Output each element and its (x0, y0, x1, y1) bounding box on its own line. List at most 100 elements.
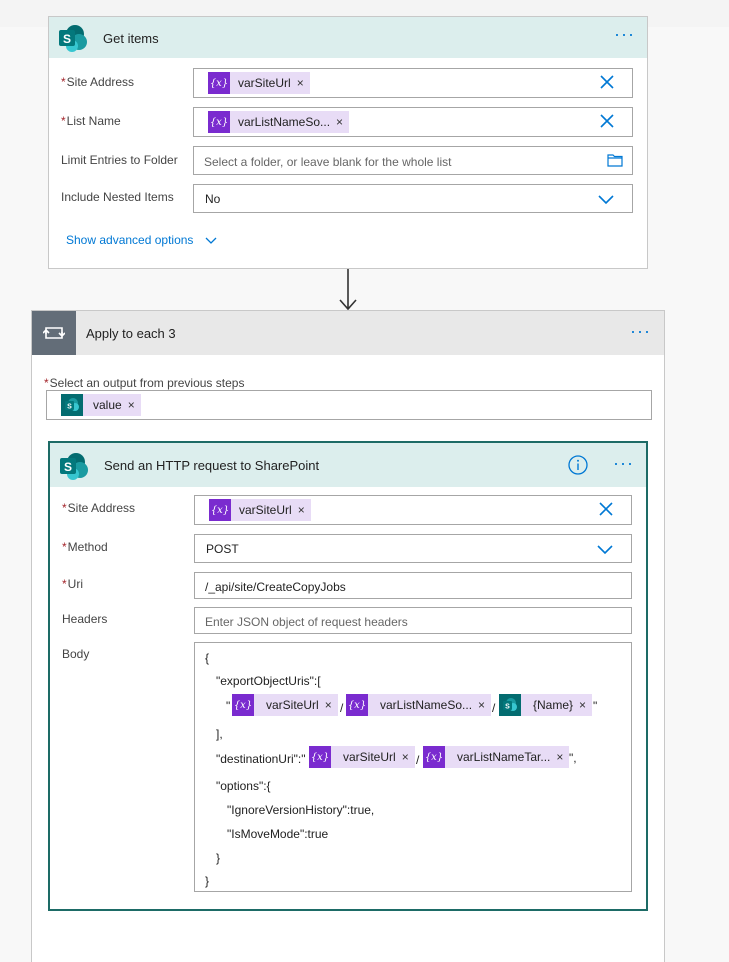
uri-label: *Uri (62, 577, 83, 591)
body-text-line: } (216, 851, 221, 865)
svg-text:S: S (67, 404, 72, 411)
headers-placeholder: Enter JSON object of request headers (205, 615, 408, 629)
token-label: varListNameSo... (238, 115, 331, 129)
token-label: varListNameSo... (380, 698, 473, 712)
value-token[interactable]: S value × (61, 394, 141, 416)
body-editor[interactable]: { "exportObjectUris":[ " {x} varSiteUrl … (194, 642, 632, 892)
list-name-label: *List Name (61, 114, 121, 128)
info-icon[interactable] (568, 455, 588, 475)
svg-text:S: S (505, 704, 510, 711)
send-http-request-title: Send an HTTP request to SharePoint (104, 458, 320, 473)
site-address-label: *Site Address (62, 501, 136, 515)
flow-connector-arrow-icon (339, 269, 357, 311)
variable-icon: {x} (423, 746, 445, 768)
get-items-header[interactable]: S Get items ··· (49, 17, 647, 58)
token-label: value (93, 398, 122, 412)
get-items-title: Get items (103, 31, 159, 46)
sharepoint-icon: S (58, 23, 88, 53)
limit-folder-field[interactable]: Select a folder, or leave blank for the … (193, 146, 633, 175)
token-label: varSiteUrl (266, 698, 319, 712)
method-label: *Method (62, 540, 108, 554)
site-address-field[interactable]: {x} varSiteUrl × (194, 495, 632, 525)
clear-field-icon[interactable] (600, 114, 614, 128)
body-text-line: ], (216, 727, 223, 741)
variable-icon: {x} (346, 694, 368, 716)
body-text-line: " (226, 699, 231, 713)
sharepoint-icon: S (59, 451, 89, 481)
body-text-line: " (593, 699, 598, 713)
body-text-line: "options":{ (216, 779, 271, 793)
token-label: varListNameTar... (457, 750, 551, 764)
more-options-icon[interactable]: ··· (630, 322, 651, 340)
more-options-icon[interactable]: ··· (613, 454, 634, 472)
uri-value: /_api/site/CreateCopyJobs (205, 580, 346, 594)
body-text-line: "IsMoveMode":true (227, 827, 329, 841)
site-url-token[interactable]: {x} varSiteUrl × (208, 72, 310, 94)
uri-field[interactable]: /_api/site/CreateCopyJobs (194, 572, 632, 599)
select-output-field[interactable]: S value × (46, 390, 652, 420)
site-url-token[interactable]: {x} varSiteUrl × (232, 694, 338, 716)
body-text-line: / (416, 753, 420, 767)
body-text-line: / (492, 701, 496, 715)
svg-text:S: S (64, 460, 72, 474)
limit-folder-label: Limit Entries to Folder (61, 153, 178, 167)
sharepoint-icon: S (499, 694, 521, 716)
get-items-card: S Get items ··· *Site Address {x} varSit… (48, 16, 648, 269)
body-text-line: ", (569, 751, 577, 765)
svg-text:S: S (63, 32, 71, 46)
nested-items-dropdown[interactable]: No (193, 184, 633, 213)
token-label: varSiteUrl (238, 76, 291, 90)
remove-token-icon[interactable]: × (298, 503, 311, 517)
send-http-request-header[interactable]: S Send an HTTP request to SharePoint ··· (50, 443, 646, 487)
clear-field-icon[interactable] (600, 75, 614, 89)
remove-token-icon[interactable]: × (128, 398, 141, 412)
variable-icon: {x} (208, 111, 230, 133)
site-address-field[interactable]: {x} varSiteUrl × (193, 68, 633, 98)
apply-to-each-title: Apply to each 3 (86, 326, 176, 341)
chevron-down-icon (205, 237, 217, 244)
apply-to-each-container: Apply to each 3 ··· *Select an output fr… (31, 310, 665, 962)
body-text-line: / (340, 701, 344, 715)
name-token[interactable]: S {Name} × (499, 694, 593, 716)
nested-items-value: No (205, 192, 221, 206)
remove-token-icon[interactable]: × (402, 750, 415, 764)
token-label: {Name} (533, 698, 574, 712)
body-text-line: { (205, 651, 210, 665)
variable-icon: {x} (208, 72, 230, 94)
remove-token-icon[interactable]: × (579, 698, 592, 712)
variable-icon: {x} (232, 694, 254, 716)
folder-icon[interactable] (607, 153, 623, 167)
remove-token-icon[interactable]: × (325, 698, 338, 712)
token-label: varSiteUrl (343, 750, 396, 764)
remove-token-icon[interactable]: × (478, 698, 491, 712)
apply-to-each-header[interactable]: Apply to each 3 ··· (32, 311, 664, 355)
list-name-target-token[interactable]: {x} varListNameTar... × (423, 746, 570, 768)
body-text-line: "exportObjectUris":[ (216, 674, 321, 688)
sharepoint-icon: S (61, 394, 83, 416)
nested-items-label: Include Nested Items (61, 190, 174, 204)
method-value: POST (206, 542, 239, 556)
headers-field[interactable]: Enter JSON object of request headers (194, 607, 632, 634)
select-output-label: *Select an output from previous steps (44, 376, 245, 390)
variable-icon: {x} (209, 499, 231, 521)
list-name-token[interactable]: {x} varListNameSo... × (208, 111, 350, 133)
chevron-down-icon[interactable] (597, 543, 613, 555)
remove-token-icon[interactable]: × (556, 750, 569, 764)
method-dropdown[interactable]: POST (194, 534, 632, 563)
body-text-line: "IgnoreVersionHistory":true, (227, 803, 375, 817)
more-options-icon[interactable]: ··· (614, 25, 635, 43)
send-http-request-card: S Send an HTTP request to SharePoint ···… (48, 441, 648, 911)
site-url-token[interactable]: {x} varSiteUrl × (309, 746, 415, 768)
variable-icon: {x} (309, 746, 331, 768)
body-text-line: "destinationUri":" (216, 752, 306, 766)
list-name-field[interactable]: {x} varListNameSo... × (193, 107, 633, 137)
headers-label: Headers (62, 612, 108, 626)
clear-field-icon[interactable] (599, 502, 613, 516)
remove-token-icon[interactable]: × (336, 115, 349, 129)
show-advanced-options-link[interactable]: Show advanced options (66, 233, 217, 247)
site-url-token[interactable]: {x} varSiteUrl × (209, 499, 311, 521)
list-name-source-token[interactable]: {x} varListNameSo... × (346, 694, 492, 716)
body-label: Body (62, 647, 90, 661)
chevron-down-icon[interactable] (598, 193, 614, 205)
remove-token-icon[interactable]: × (297, 76, 310, 90)
